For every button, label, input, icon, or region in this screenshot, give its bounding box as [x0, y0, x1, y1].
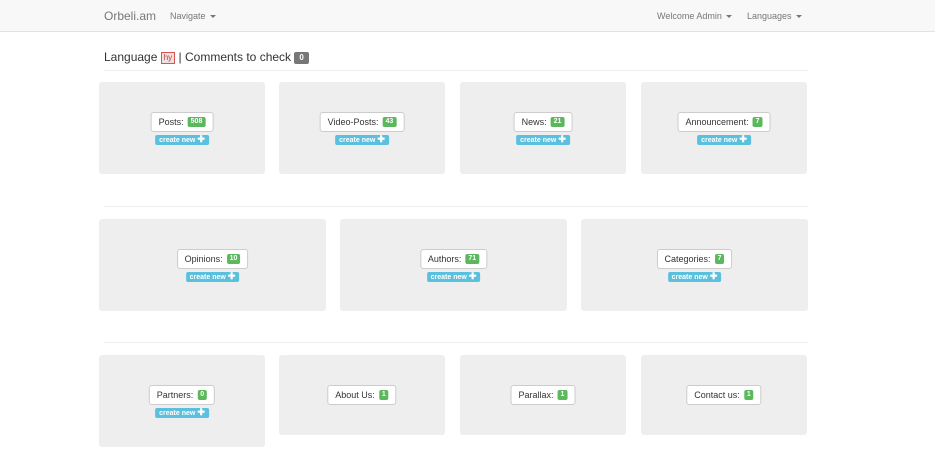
- create-video-post-button[interactable]: create new ✚: [335, 135, 389, 145]
- plus-icon: ✚: [739, 134, 747, 144]
- tile-categories: Categories: 7 create new ✚: [581, 219, 808, 311]
- about-us-link[interactable]: About Us: 1: [327, 385, 397, 405]
- count-badge: 508: [187, 117, 206, 127]
- tile-label: Categories:: [664, 254, 711, 264]
- plus-icon: ✚: [558, 134, 566, 144]
- create-partner-button[interactable]: create new ✚: [155, 408, 209, 418]
- plus-icon: ✚: [709, 271, 718, 281]
- create-label: create new: [520, 137, 557, 144]
- tile-label: Authors:: [427, 254, 462, 264]
- count-badge: 10: [226, 254, 241, 264]
- plus-icon: ✚: [227, 271, 236, 281]
- create-post-button[interactable]: create new ✚: [155, 135, 209, 145]
- create-category-button[interactable]: create new ✚: [667, 271, 722, 282]
- posts-link[interactable]: Posts: 508: [150, 112, 214, 132]
- count-badge: 43: [382, 117, 397, 127]
- tile-opinions: Opinions: 10 create new ✚: [99, 219, 326, 311]
- create-label: create new: [430, 274, 467, 281]
- opinions-link[interactable]: Opinions: 10: [176, 249, 249, 269]
- create-author-button[interactable]: create new ✚: [426, 271, 481, 282]
- languages-dropdown[interactable]: Languages: [747, 11, 802, 21]
- language-code-badge: hy: [160, 51, 176, 64]
- count-badge: 0: [197, 390, 208, 400]
- navigate-dropdown[interactable]: Navigate: [170, 11, 216, 21]
- tile-posts: Posts: 508 create new ✚: [99, 82, 265, 174]
- tile-partners: Partners: 0 create new ✚: [99, 355, 265, 447]
- count-badge: 7: [752, 117, 763, 127]
- tile-label: News:: [521, 117, 547, 127]
- count-badge: 1: [378, 390, 389, 400]
- plus-icon: ✚: [197, 407, 205, 417]
- welcome-label: Welcome Admin: [657, 11, 722, 21]
- tile-label: Posts:: [158, 117, 184, 127]
- comments-count-badge: 0: [294, 51, 309, 64]
- plus-icon: ✚: [468, 271, 477, 281]
- parallax-link[interactable]: Parallax: 1: [510, 385, 576, 405]
- plus-icon: ✚: [377, 134, 385, 144]
- create-announcement-button[interactable]: create new ✚: [697, 135, 751, 145]
- tile-news: News: 21 create new ✚: [460, 82, 626, 174]
- count-badge: 71: [465, 254, 480, 264]
- tile-parallax: Parallax: 1: [460, 355, 626, 435]
- create-opinion-button[interactable]: create new ✚: [185, 271, 240, 282]
- caret-down-icon: [795, 15, 802, 19]
- page-heading: Language hy | Comments to check 0: [104, 50, 309, 64]
- categories-link[interactable]: Categories: 7: [656, 249, 733, 269]
- heading-separator: |: [178, 50, 182, 64]
- create-label: create new: [671, 274, 708, 281]
- tile-authors: Authors: 71 create new ✚: [340, 219, 567, 311]
- tile-label: Video-Posts:: [327, 117, 379, 127]
- brand-link[interactable]: Orbeli.am: [104, 9, 156, 23]
- tile-video-posts: Video-Posts: 43 create new ✚: [279, 82, 445, 174]
- create-label: create new: [159, 137, 196, 144]
- divider: [104, 342, 808, 343]
- caret-down-icon: [725, 15, 732, 19]
- news-link[interactable]: News: 21: [513, 112, 573, 132]
- language-label: Language: [104, 50, 158, 64]
- languages-label: Languages: [747, 11, 792, 21]
- tile-label: Contact us:: [694, 390, 740, 400]
- count-badge: 1: [743, 390, 754, 400]
- partners-link[interactable]: Partners: 0: [148, 385, 216, 405]
- tile-label: Announcement:: [685, 117, 749, 127]
- divider: [104, 70, 808, 71]
- plus-icon: ✚: [197, 134, 205, 144]
- top-navbar: Orbeli.am Navigate Welcome Admin Languag…: [0, 0, 935, 32]
- create-label: create new: [159, 410, 196, 417]
- create-label: create new: [189, 274, 226, 281]
- tile-about-us: About Us: 1: [279, 355, 445, 435]
- tile-label: Opinions:: [184, 254, 223, 264]
- count-badge: 21: [550, 117, 565, 127]
- caret-down-icon: [209, 15, 216, 19]
- count-badge: 7: [714, 254, 725, 264]
- video-posts-link[interactable]: Video-Posts: 43: [319, 112, 405, 132]
- announcement-link[interactable]: Announcement: 7: [677, 112, 771, 132]
- create-label: create new: [701, 137, 738, 144]
- tile-contact-us: Contact us: 1: [641, 355, 807, 435]
- divider: [104, 206, 808, 207]
- create-news-button[interactable]: create new ✚: [516, 135, 570, 145]
- count-badge: 1: [557, 390, 568, 400]
- tile-label: Partners:: [156, 390, 194, 400]
- user-dropdown[interactable]: Welcome Admin: [657, 11, 732, 21]
- tile-announcement: Announcement: 7 create new ✚: [641, 82, 807, 174]
- contact-us-link[interactable]: Contact us: 1: [686, 385, 762, 405]
- create-label: create new: [339, 137, 376, 144]
- navigate-label: Navigate: [170, 11, 206, 21]
- tile-label: About Us:: [335, 390, 375, 400]
- authors-link[interactable]: Authors: 71: [419, 249, 488, 269]
- tile-label: Parallax:: [518, 390, 554, 400]
- comments-label[interactable]: Comments to check: [185, 50, 291, 64]
